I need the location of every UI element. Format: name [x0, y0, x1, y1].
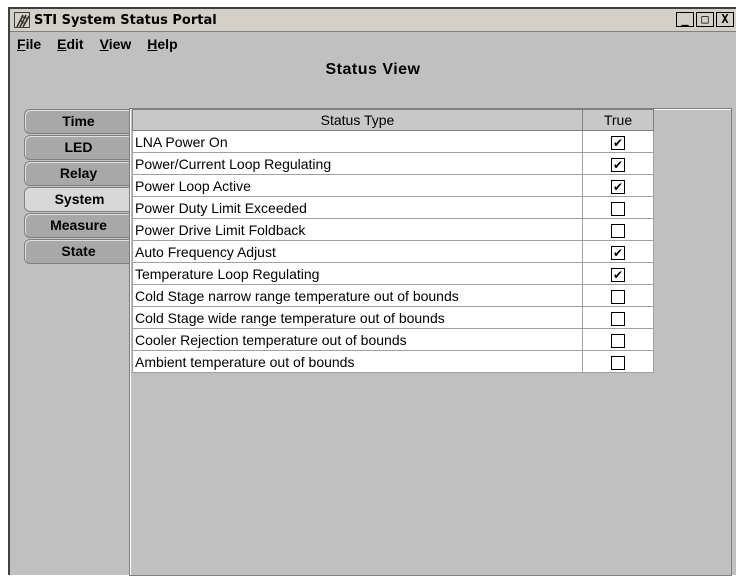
table-row: LNA Power On ✔: [132, 130, 654, 153]
tab-time[interactable]: Time: [24, 109, 132, 134]
table-row: Cold Stage wide range temperature out of…: [132, 306, 654, 329]
menu-help-mnemonic: H: [147, 36, 158, 52]
table-row: Cold Stage narrow range temperature out …: [132, 284, 654, 307]
tab-strip: Time LED Relay System Measure State: [24, 109, 134, 265]
true-cell: [582, 284, 654, 307]
status-checkbox[interactable]: ✔: [611, 179, 625, 194]
menu-bar: File Edit View Help: [10, 32, 736, 56]
table-row: Cooler Rejection temperature out of boun…: [132, 328, 654, 351]
status-type-cell: Ambient temperature out of bounds: [132, 350, 583, 373]
panel-title: Status View: [325, 61, 421, 78]
app-logo-icon: [14, 12, 30, 28]
menu-help-label: elp: [157, 36, 178, 52]
status-checkbox[interactable]: [611, 223, 625, 238]
title-bar[interactable]: STI System Status Portal _ □ X: [10, 9, 736, 32]
table-row: Ambient temperature out of bounds: [132, 350, 654, 373]
status-type-cell: Cold Stage wide range temperature out of…: [132, 306, 583, 329]
maximize-button[interactable]: □: [696, 12, 714, 27]
menu-file[interactable]: File: [14, 35, 44, 53]
tab-system[interactable]: System: [24, 187, 134, 212]
menu-view[interactable]: View: [97, 35, 135, 53]
tab-relay[interactable]: Relay: [24, 161, 132, 186]
table-row: Temperature Loop Regulating ✔: [132, 262, 654, 285]
table-header-row: Status Type True: [132, 109, 654, 131]
window-controls: _ □ X: [676, 12, 734, 27]
status-type-cell: Cold Stage narrow range temperature out …: [132, 284, 583, 307]
status-checkbox[interactable]: ✔: [611, 157, 625, 172]
column-header-status-type[interactable]: Status Type: [132, 109, 583, 131]
menu-file-mnemonic: F: [17, 36, 26, 52]
status-checkbox[interactable]: [611, 355, 625, 370]
true-cell: [582, 350, 654, 373]
true-cell: ✔: [582, 130, 654, 153]
table-row: Power Loop Active ✔: [132, 174, 654, 197]
status-type-cell: Auto Frequency Adjust: [132, 240, 583, 263]
menu-edit-label: dit: [66, 36, 84, 52]
window-title: STI System Status Portal: [34, 12, 217, 28]
true-cell: [582, 218, 654, 241]
status-type-cell: Power Duty Limit Exceeded: [132, 196, 583, 219]
menu-file-label: ile: [25, 36, 42, 52]
status-checkbox[interactable]: [611, 201, 625, 216]
status-checkbox[interactable]: [611, 311, 625, 326]
true-cell: [582, 306, 654, 329]
status-checkbox[interactable]: ✔: [611, 135, 625, 150]
status-checkbox[interactable]: [611, 289, 625, 304]
app-window: STI System Status Portal _ □ X File Edit…: [8, 7, 736, 576]
menu-edit[interactable]: Edit: [54, 35, 86, 53]
status-type-cell: Temperature Loop Regulating: [132, 262, 583, 285]
status-checkbox[interactable]: ✔: [611, 245, 625, 260]
status-checkbox[interactable]: ✔: [611, 267, 625, 282]
true-cell: ✔: [582, 240, 654, 263]
status-type-cell: LNA Power On: [132, 130, 583, 153]
true-cell: ✔: [582, 262, 654, 285]
status-type-cell: Power/Current Loop Regulating: [132, 152, 583, 175]
true-cell: ✔: [582, 174, 654, 197]
tab-measure[interactable]: Measure: [24, 213, 132, 238]
tab-led[interactable]: LED: [24, 135, 132, 160]
minimize-button[interactable]: _: [676, 12, 694, 27]
menu-view-mnemonic: V: [99, 36, 109, 52]
table-row: Auto Frequency Adjust ✔: [132, 240, 654, 263]
table-row: Power/Current Loop Regulating ✔: [132, 152, 654, 175]
close-button[interactable]: X: [716, 12, 734, 27]
column-header-true[interactable]: True: [582, 109, 654, 131]
true-cell: [582, 328, 654, 351]
status-type-cell: Cooler Rejection temperature out of boun…: [132, 328, 583, 351]
true-cell: [582, 196, 654, 219]
tab-state[interactable]: State: [24, 239, 132, 264]
table-row: Power Drive Limit Foldback: [132, 218, 654, 241]
status-type-cell: Power Loop Active: [132, 174, 583, 197]
menu-help[interactable]: Help: [144, 35, 180, 53]
status-type-cell: Power Drive Limit Foldback: [132, 218, 583, 241]
true-cell: ✔: [582, 152, 654, 175]
table-row: Power Duty Limit Exceeded: [132, 196, 654, 219]
status-checkbox[interactable]: [611, 333, 625, 348]
status-table: Status Type True LNA Power On ✔ Power/Curr…: [132, 109, 654, 373]
menu-view-label: iew: [108, 36, 132, 52]
